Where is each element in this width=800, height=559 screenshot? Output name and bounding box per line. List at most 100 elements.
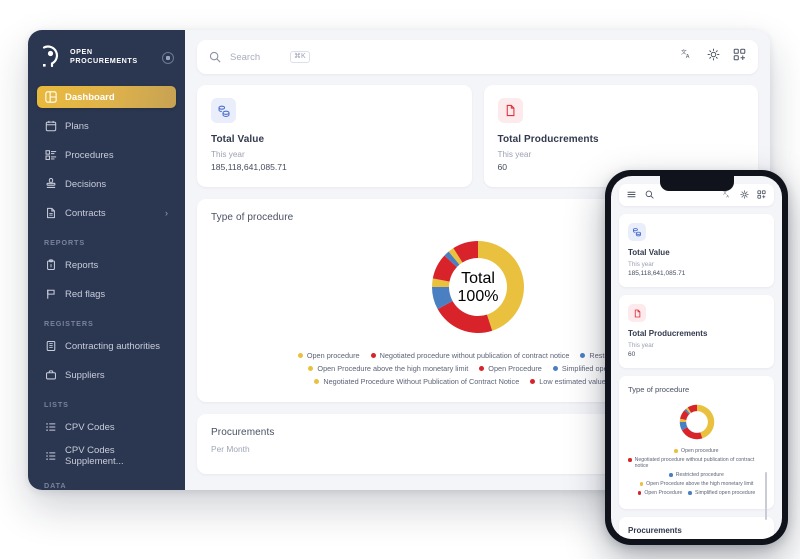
legend-item[interactable]: Open Procedure Simplified open procedure	[628, 490, 765, 496]
donut-chart-svg: Total 100%	[431, 241, 524, 333]
sidebar-item-label: Suppliers	[65, 369, 105, 381]
sidebar-item-cpv-codes[interactable]: CPV Codes	[37, 416, 176, 438]
sidebar-item-label: Decisions	[65, 178, 107, 190]
sidebar-item-decisions[interactable]: Decisions	[37, 173, 176, 195]
sidebar-item-label: Dashboard	[65, 91, 115, 103]
mobile-stat-card-total-procurements: Total Producrements This year 60	[619, 295, 774, 368]
coins-icon	[628, 223, 646, 241]
legend-label: Open Procedure above the high monetary l…	[317, 364, 469, 373]
mobile-panel-title: Type of procedure	[628, 385, 690, 394]
sidebar-item-procedures[interactable]: Procedures	[37, 144, 176, 166]
legend-label: Restricted procedure	[675, 472, 724, 478]
mobile-stat-value: 185,118,641,085.71	[628, 270, 686, 277]
sidebar-item-dashboard[interactable]: Dashboard	[37, 86, 176, 108]
svg-text:A: A	[726, 194, 729, 198]
device-notch	[659, 176, 734, 191]
sidebar-item-label: CPV Codes	[65, 421, 115, 433]
legend-item[interactable]: Negotiated procedure without publication…	[370, 351, 569, 360]
document-icon	[44, 207, 57, 220]
donut-segment[interactable]	[681, 427, 702, 440]
sidebar-item-label: Contracting authorities	[65, 340, 161, 352]
mobile-stat-card-total-value: Total Value This year 185,118,641,085.71	[619, 214, 774, 287]
legend-item[interactable]: Negotiated Procedure Without Publication…	[314, 377, 519, 386]
sidebar-item-label: Reports	[65, 259, 99, 271]
sidebar-item-plans[interactable]: Plans	[37, 115, 176, 137]
sidebar-group-reports: REPORTS	[44, 238, 86, 247]
mobile-stat-period: This year	[628, 342, 654, 349]
search-shortcut-badge: ⌘K	[290, 51, 310, 63]
mobile-panel-title: Procurements	[628, 526, 682, 535]
search-icon[interactable]	[645, 186, 654, 204]
donut-center-value: 100%	[457, 288, 498, 305]
stat-card-title: Total Producrements	[497, 134, 599, 145]
topbar: ⌘K 文 A	[197, 40, 758, 74]
legend-item[interactable]: Open procedure	[628, 448, 765, 454]
list-bullet-icon	[44, 450, 57, 463]
donut-segment[interactable]	[437, 300, 492, 333]
sidebar-item-label: Procedures	[65, 149, 114, 161]
stat-card-period: This year	[211, 150, 245, 159]
sidebar-item-label: CPV Codes Supplement...	[65, 445, 124, 467]
list-bullet-icon	[44, 421, 57, 434]
clipboard-icon	[44, 259, 57, 272]
search-icon	[209, 51, 221, 63]
stamp-icon	[44, 178, 57, 191]
apps-grid-icon[interactable]	[733, 48, 746, 66]
file-icon	[497, 98, 523, 123]
flag-icon	[44, 288, 57, 301]
legend-item[interactable]: Open Procedure	[479, 364, 542, 373]
mobile-donut-chart	[628, 394, 765, 446]
legend-item[interactable]: Negotiated procedure without publication…	[628, 457, 765, 469]
sidebar-item-reports[interactable]: Reports	[37, 254, 176, 276]
file-icon	[628, 304, 646, 322]
legend-item[interactable]: Open procedure	[297, 351, 360, 360]
list-icon	[44, 149, 57, 162]
mobile-stat-period: This year	[628, 261, 654, 268]
legend-item[interactable]: Restricted procedure	[628, 472, 765, 478]
sidebar-item-red-flags[interactable]: Red flags	[37, 283, 176, 305]
brand-name: OPEN PROCUREMENTS	[70, 47, 138, 65]
hamburger-icon[interactable]	[627, 186, 636, 204]
search-input[interactable]	[230, 51, 290, 63]
apps-grid-icon[interactable]	[757, 186, 766, 204]
legend-label: Open procedure	[681, 448, 719, 454]
sidebar: OPEN PROCUREMENTS Dashboard Plans Proced…	[28, 30, 185, 490]
briefcase-icon	[44, 369, 57, 382]
mobile-type-of-procedure-panel: Type of procedure Open procedure Negotia…	[619, 376, 774, 520]
stat-card-period: This year	[497, 150, 532, 159]
sidebar-item-contracting-authorities[interactable]: Contracting authorities	[37, 335, 176, 357]
sidebar-item-contracts[interactable]: Contracts ›	[37, 202, 176, 224]
sidebar-item-label: Red flags	[65, 288, 106, 300]
sidebar-nav: Dashboard Plans Procedures Decisions Con…	[28, 80, 185, 490]
sidebar-item-suppliers[interactable]: Suppliers	[37, 364, 176, 386]
svg-text:A: A	[686, 54, 690, 60]
screenshot-stage: OPEN PROCUREMENTS Dashboard Plans Proced…	[0, 0, 800, 559]
sidebar-item-label: Contracts	[65, 207, 106, 219]
mobile-chart-legend: Open procedure Negotiated procedure with…	[628, 446, 767, 520]
legend-label: Negotiated Procedure Without Publication…	[323, 377, 520, 386]
building-icon	[44, 340, 57, 353]
mobile-stat-title: Total Value	[628, 248, 670, 257]
chevron-right-icon: ›	[165, 207, 168, 218]
legend-item[interactable]: Open Procedure above the high monetary l…	[628, 481, 765, 487]
sidebar-item-cpv-codes-supplement[interactable]: CPV Codes Supplement...	[37, 445, 176, 467]
translate-icon[interactable]: 文 A	[681, 48, 694, 66]
sidebar-group-data: DATA	[44, 481, 67, 490]
dashboard-icon	[44, 91, 57, 104]
mobile-legend-scrollbar[interactable]	[764, 472, 767, 520]
brand-name-line2: PROCUREMENTS	[70, 56, 138, 65]
topbar-actions: 文 A	[681, 48, 746, 66]
mobile-stat-title: Total Producrements	[628, 329, 708, 338]
brand-logo[interactable]: OPEN PROCUREMENTS	[28, 30, 185, 80]
collapse-sidebar-icon[interactable]	[162, 52, 174, 64]
legend-item[interactable]: Open Procedure above the high monetary l…	[308, 364, 468, 373]
search-area[interactable]: ⌘K	[209, 51, 681, 63]
legend-label: Open Procedure	[488, 364, 542, 373]
sun-icon[interactable]	[707, 48, 720, 66]
mobile-procurements-panel: Procurements Per Month	[619, 517, 774, 539]
mobile-donut-chart-svg	[679, 404, 714, 440]
sidebar-item-label: Plans	[65, 120, 89, 132]
legend-label: Open procedure	[306, 351, 360, 360]
sun-icon[interactable]	[740, 186, 749, 204]
stat-card-title: Total Value	[211, 134, 265, 145]
